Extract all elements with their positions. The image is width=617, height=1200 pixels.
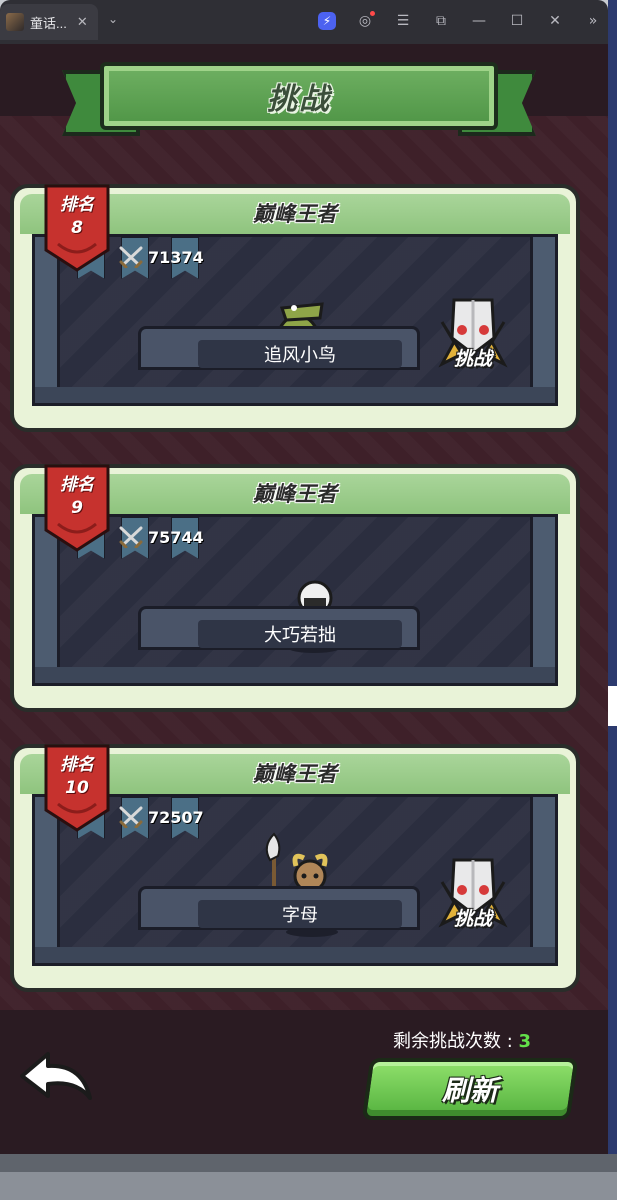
challenge-label: 挑战 bbox=[453, 908, 492, 930]
pillar-right bbox=[530, 237, 555, 403]
taskbar-strip bbox=[0, 1172, 617, 1200]
refresh-label: 刷新 bbox=[441, 1074, 498, 1107]
tab-title: 童话... bbox=[30, 15, 67, 31]
opponent-card-2: 巅峰王者 75744 大巧若拙 排名 9 bbox=[10, 464, 580, 712]
desktop-edge bbox=[608, 0, 617, 1160]
rank-number: 9 bbox=[71, 498, 83, 518]
player-name: 字母 bbox=[282, 905, 318, 926]
power-value: 72507 bbox=[148, 807, 204, 827]
tab-close-icon[interactable]: ✕ bbox=[77, 15, 88, 30]
game-viewport: 挑战 巅峰王者 71374 挑战 追风小鸟 排名 8 巅峰王者 75744 大巧… bbox=[0, 44, 608, 1154]
arena-floor bbox=[35, 387, 555, 403]
rank-number: 10 bbox=[65, 778, 89, 798]
opponent-card-1: 巅峰王者 71374 挑战 追风小鸟 排名 8 bbox=[10, 184, 580, 432]
crossed-swords-icon bbox=[119, 246, 143, 268]
player-name-box: 字母 bbox=[198, 900, 402, 928]
power-rating: 71374 bbox=[118, 246, 204, 268]
player-name-box: 大巧若拙 bbox=[198, 620, 402, 648]
rank-number: 8 bbox=[71, 218, 83, 238]
menu-icon[interactable]: ☰ bbox=[392, 10, 414, 32]
browser-tab[interactable]: 童话... ✕ bbox=[0, 4, 98, 40]
rank-badge: 排名 10 bbox=[44, 744, 110, 832]
rank-label: 排名 bbox=[60, 755, 94, 775]
tab-menu-chevron-icon[interactable]: ⌄ bbox=[108, 12, 118, 26]
page-title: 挑战 bbox=[267, 82, 331, 117]
power-rating: 72507 bbox=[118, 806, 204, 828]
remaining-attempts: 剩余挑战次数 : 3 bbox=[393, 1027, 531, 1053]
back-button[interactable] bbox=[18, 1050, 94, 1112]
challenge-button[interactable]: 挑战 bbox=[432, 294, 514, 384]
pillar-right bbox=[530, 797, 555, 963]
player-name-box: 追风小鸟 bbox=[198, 340, 402, 368]
refresh-button[interactable]: 刷新 bbox=[361, 1058, 579, 1120]
app-icon bbox=[6, 13, 24, 31]
remaining-count: 3 bbox=[518, 1031, 532, 1052]
expand-icon[interactable]: » bbox=[582, 10, 604, 32]
challenge-label: 挑战 bbox=[453, 348, 492, 370]
remaining-label: 剩余挑战次数 : bbox=[393, 1031, 513, 1052]
power-rating: 75744 bbox=[118, 526, 204, 548]
account-icon[interactable]: ◎ bbox=[354, 10, 376, 32]
rank-label: 排名 bbox=[60, 195, 94, 215]
pip-icon[interactable]: ⧉ bbox=[430, 10, 452, 32]
boost-icon[interactable]: ⚡ bbox=[318, 12, 336, 30]
challenge-button[interactable]: 挑战 bbox=[432, 854, 514, 944]
power-value: 75744 bbox=[148, 527, 204, 547]
player-name: 追风小鸟 bbox=[264, 345, 336, 366]
arena-floor bbox=[35, 667, 555, 683]
maximize-icon[interactable]: ☐ bbox=[506, 10, 528, 32]
crossed-swords-icon bbox=[119, 806, 143, 828]
power-value: 71374 bbox=[148, 247, 204, 267]
desktop-window-peek bbox=[608, 686, 617, 726]
player-name: 大巧若拙 bbox=[264, 625, 336, 646]
window-titlebar: 童话... ✕ ⌄ ⚡ ◎ ☰ ⧉ — ☐ ✕ » bbox=[0, 0, 608, 44]
back-arrow-icon bbox=[20, 1052, 92, 1100]
rank-badge: 排名 9 bbox=[44, 464, 110, 552]
pillar-right bbox=[530, 517, 555, 683]
opponent-card-3: 巅峰王者 72507 挑战 字母 排名 10 bbox=[10, 744, 580, 992]
rank-label: 排名 bbox=[60, 475, 94, 495]
arena-floor bbox=[35, 947, 555, 963]
minimize-icon[interactable]: — bbox=[468, 10, 490, 32]
crossed-swords-icon bbox=[119, 526, 143, 548]
close-icon[interactable]: ✕ bbox=[544, 10, 566, 32]
rank-badge: 排名 8 bbox=[44, 184, 110, 272]
title-banner: 挑战 bbox=[100, 62, 498, 130]
